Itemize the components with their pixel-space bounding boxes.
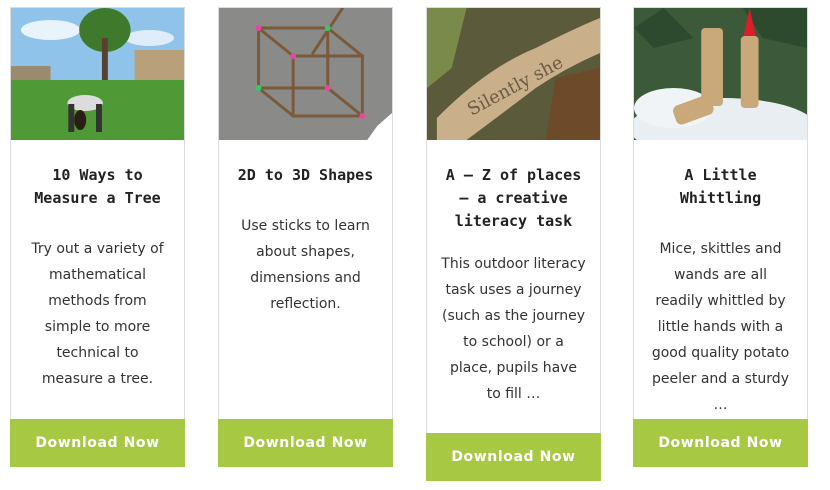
download-now-button[interactable]: Download Now bbox=[218, 419, 393, 467]
stick-cube-photo[interactable] bbox=[219, 8, 392, 140]
tree-measure-photo[interactable] bbox=[11, 8, 184, 140]
carved-wood-photo[interactable]: Silently she bbox=[427, 8, 600, 140]
whittled-figures-photo[interactable] bbox=[634, 8, 807, 140]
download-now-button[interactable]: Download Now bbox=[426, 433, 601, 481]
card-title: 10 Ways to Measure a Tree bbox=[34, 166, 161, 207]
card-description: Use sticks to learn about shapes, dimens… bbox=[241, 218, 370, 312]
card-description: Mice, skittles and wands are all readily… bbox=[651, 241, 790, 413]
card-title: 2D to 3D Shapes bbox=[237, 166, 374, 184]
card-title: A Little Whittling bbox=[679, 166, 762, 207]
resource-card-little-whittling: A Little Whittling Mice, skittles and wa… bbox=[633, 7, 808, 467]
download-now-button[interactable]: Download Now bbox=[633, 419, 808, 467]
resource-card-measure-tree: 10 Ways to Measure a Tree Try out a vari… bbox=[10, 7, 185, 467]
resource-card-a-z-places: Silently she A – Z of places – a creativ… bbox=[426, 7, 601, 481]
card-title: A – Z of places – a creative literacy ta… bbox=[445, 166, 582, 230]
download-now-button[interactable]: Download Now bbox=[10, 419, 185, 467]
card-description: Try out a variety of mathematical method… bbox=[31, 241, 164, 387]
card-description: This outdoor literacy task uses a journe… bbox=[441, 256, 586, 402]
resource-card-2d-3d-shapes: 2D to 3D Shapes Use sticks to learn abou… bbox=[218, 7, 393, 467]
